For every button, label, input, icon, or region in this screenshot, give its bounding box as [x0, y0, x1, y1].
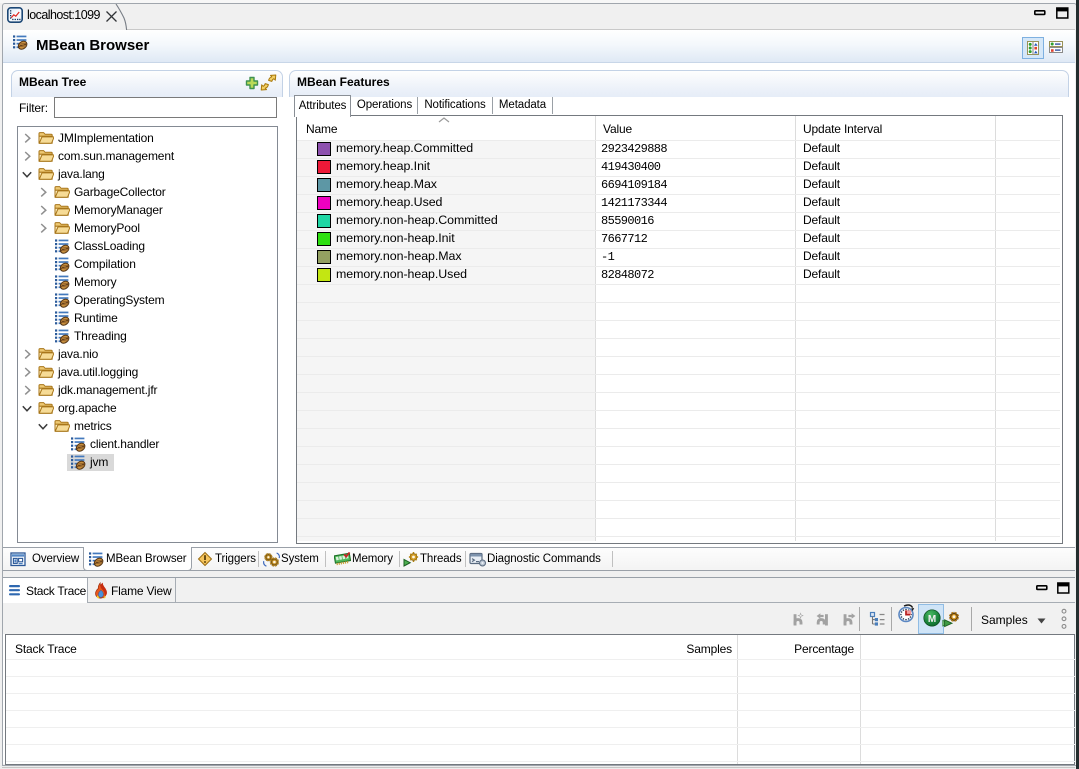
- svg-text:M: M: [928, 614, 936, 625]
